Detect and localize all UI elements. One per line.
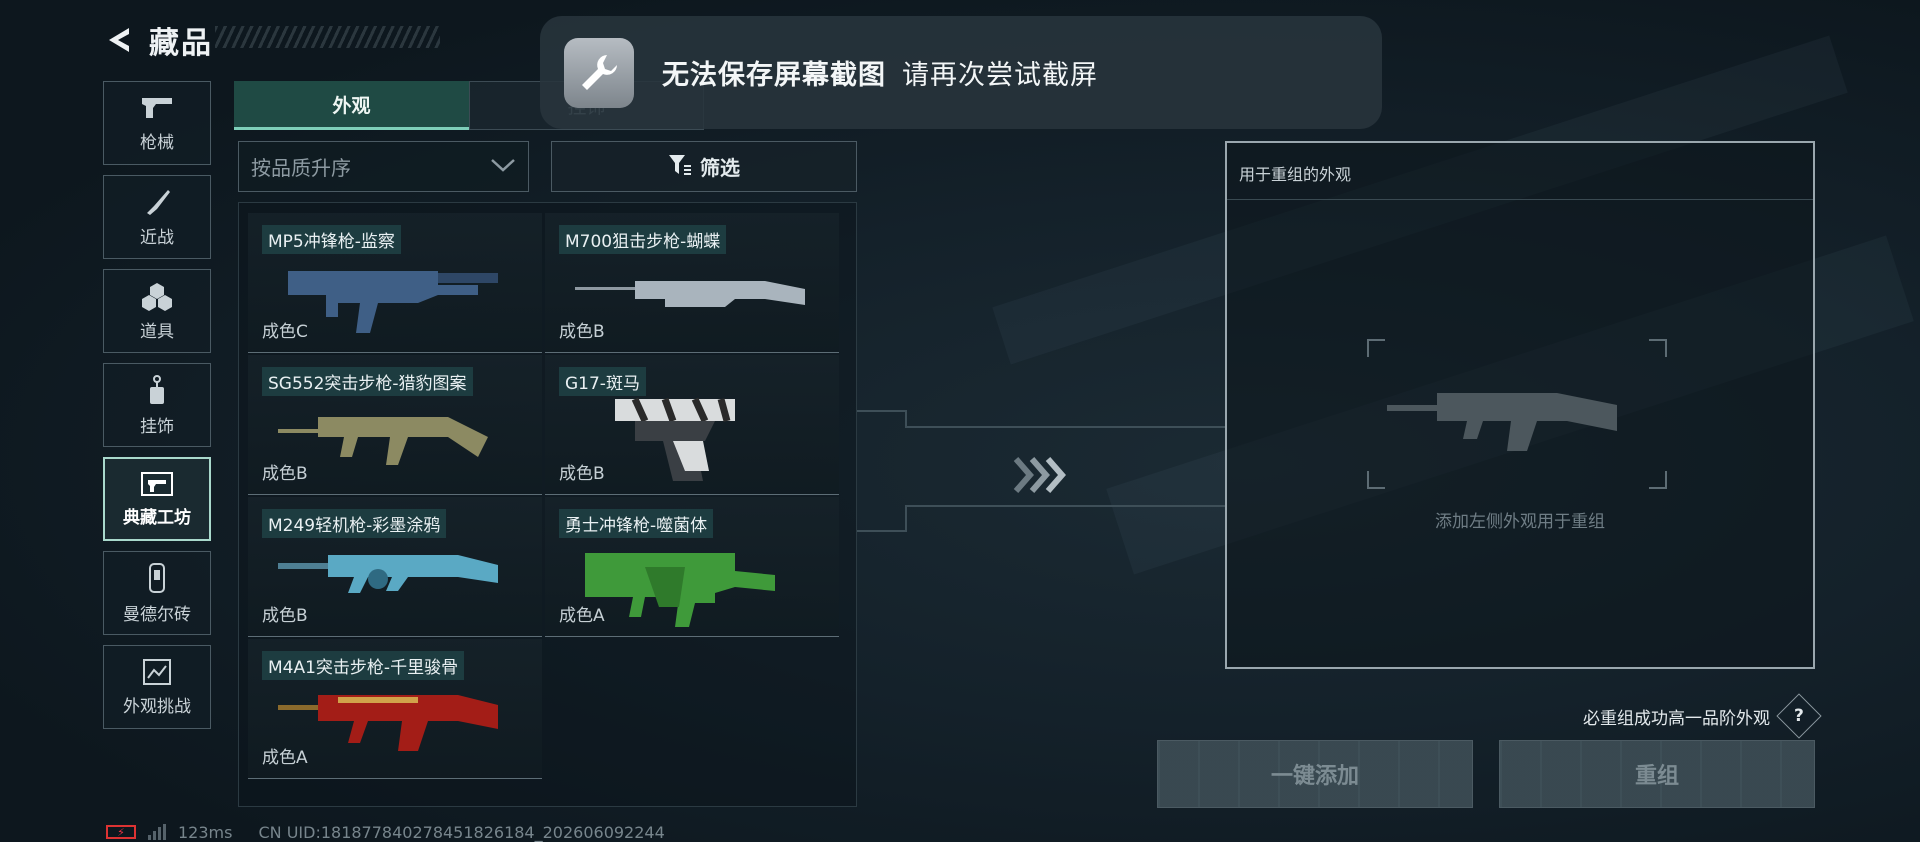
sidebar-item-label: 典藏工坊 [123, 507, 191, 528]
screenshot-failed-toast: 无法保存屏幕截图 请再次尝试截屏 [540, 16, 1382, 129]
skin-card[interactable]: 勇士冲锋枪-噬菌体 成色A [545, 497, 839, 637]
ping-text: 123ms [178, 822, 233, 842]
mandel-brick-icon [146, 562, 168, 594]
connector-line [905, 505, 1225, 507]
skin-name: MP5冲锋枪-监察 [262, 225, 401, 254]
sidebar-item-melee[interactable]: 近战 [103, 175, 211, 259]
skin-grade: 成色B [262, 464, 308, 484]
sg552-skin-image [278, 417, 488, 465]
pistol-icon [140, 94, 174, 122]
skin-name: 勇士冲锋枪-噬菌体 [559, 509, 714, 538]
appearance-grid: MP5冲锋枪-监察 成色C M700狙击步枪-蝴蝶 成色B SG552突击步枪-… [238, 202, 857, 807]
m249-skin-image [278, 555, 498, 593]
recombine-hint: 添加左侧外观用于重组 [1435, 512, 1605, 532]
battery-low-icon: ⚡ [106, 825, 136, 839]
sidebar-item-label: 曼德尔砖 [123, 604, 191, 625]
header: 藏品 [103, 20, 213, 61]
filter-button[interactable]: 筛选 [551, 141, 857, 192]
charm-icon [145, 374, 169, 406]
toast-subtitle: 请再次尝试截屏 [902, 60, 1098, 91]
sidebar-item-label: 近战 [140, 227, 174, 248]
category-sidebar: 枪械 近战 道具 挂饰 典藏工坊 曼德尔砖 外观挑战 [103, 81, 211, 739]
grenade-icon [141, 281, 173, 311]
vector-skin-image [585, 553, 775, 627]
challenge-icon [142, 658, 172, 686]
sidebar-item-charms[interactable]: 挂饰 [103, 363, 211, 447]
add-all-button[interactable]: 一键添加 [1157, 740, 1473, 808]
sidebar-item-workshop[interactable]: 典藏工坊 [103, 457, 211, 541]
sidebar-item-guns[interactable]: 枪械 [103, 81, 211, 165]
sidebar-item-label: 道具 [140, 321, 174, 342]
frame-corner [1367, 339, 1385, 357]
sidebar-item-mandel-brick[interactable]: 曼德尔砖 [103, 551, 211, 635]
connector-line [905, 410, 907, 426]
skin-name: SG552突击步枪-猎豹图案 [262, 367, 473, 396]
recombine-rule-text: 必重组成功高一品阶外观 [1583, 709, 1770, 729]
filter-label: 筛选 [700, 156, 740, 180]
sidebar-item-label: 挂饰 [140, 416, 174, 437]
skin-card[interactable]: M249轻机枪-彩墨涂鸦 成色B [248, 497, 542, 637]
workshop-icon [140, 471, 174, 497]
frame-corner [1649, 339, 1667, 357]
recombine-title: 用于重组的外观 [1239, 165, 1352, 184]
help-glyph: ? [1794, 706, 1804, 726]
connector-line [905, 505, 907, 530]
skin-grade: 成色B [262, 606, 308, 626]
connector-line [857, 530, 907, 532]
sidebar-item-challenge[interactable]: 外观挑战 [103, 645, 211, 729]
skin-name: M249轻机枪-彩墨涂鸦 [262, 509, 447, 538]
m700-skin-image [575, 281, 805, 307]
skin-grade: 成色A [262, 748, 308, 768]
skin-card[interactable]: M700狙击步枪-蝴蝶 成色B [545, 213, 839, 353]
chevron-down-icon [490, 157, 516, 177]
wrench-icon [564, 37, 634, 108]
recombine-button[interactable]: 重组 [1499, 740, 1815, 808]
skin-card[interactable]: G17-斑马 成色B [545, 355, 839, 495]
sidebar-item-label: 枪械 [140, 132, 174, 153]
skin-card[interactable]: SG552突击步枪-猎豹图案 成色B [248, 355, 542, 495]
skin-name: G17-斑马 [559, 367, 646, 396]
frame-corner [1367, 471, 1385, 489]
divider [1227, 199, 1813, 200]
toast-message: 无法保存屏幕截图 请再次尝试截屏 [662, 53, 1098, 92]
connector-line [905, 426, 1225, 428]
status-footer: ⚡ 123ms CN UID:1818778402784518261​84_20… [106, 822, 665, 842]
sort-dropdown[interactable]: 按品质升序 [238, 141, 529, 192]
signal-icon [148, 824, 166, 840]
skin-grade: 成色B [559, 464, 605, 484]
skin-card[interactable]: M4A1突击步枪-千里骏骨 成色A [248, 639, 542, 779]
frame-corner [1649, 471, 1667, 489]
skin-grade: 成色B [559, 322, 605, 342]
knife-icon [142, 187, 172, 217]
back-arrow-icon[interactable] [103, 23, 137, 57]
m4a1-skin-image [278, 695, 498, 751]
mp5-skin-image [288, 271, 498, 333]
sidebar-item-label: 外观挑战 [123, 696, 191, 717]
uid-text: CN UID:1818778402784518261​84_2026060922… [258, 822, 665, 842]
recombine-slot[interactable] [1367, 339, 1667, 489]
skin-card[interactable]: MP5冲锋枪-监察 成色C [248, 213, 542, 353]
connector-line [857, 410, 907, 412]
toast-title: 无法保存屏幕截图 [662, 60, 886, 91]
page-title: 藏品 [149, 26, 213, 61]
skin-grade: 成色C [262, 322, 308, 342]
tab-appearance[interactable]: 外观 [234, 81, 469, 130]
skin-name: M4A1突击步枪-千里骏骨 [262, 651, 465, 680]
chevrons-right-icon [1013, 457, 1066, 493]
placeholder-rifle-icon [1387, 393, 1617, 451]
title-decoration [215, 26, 440, 48]
filter-icon [668, 154, 692, 180]
help-icon[interactable]: ? [1776, 693, 1822, 739]
g17-skin-image [615, 397, 735, 481]
skin-grade: 成色A [559, 606, 605, 626]
sidebar-item-props[interactable]: 道具 [103, 269, 211, 353]
skin-name: M700狙击步枪-蝴蝶 [559, 225, 727, 254]
sort-value: 按品质升序 [251, 156, 351, 180]
recombine-panel: 用于重组的外观 添加左侧外观用于重组 [1225, 141, 1815, 669]
